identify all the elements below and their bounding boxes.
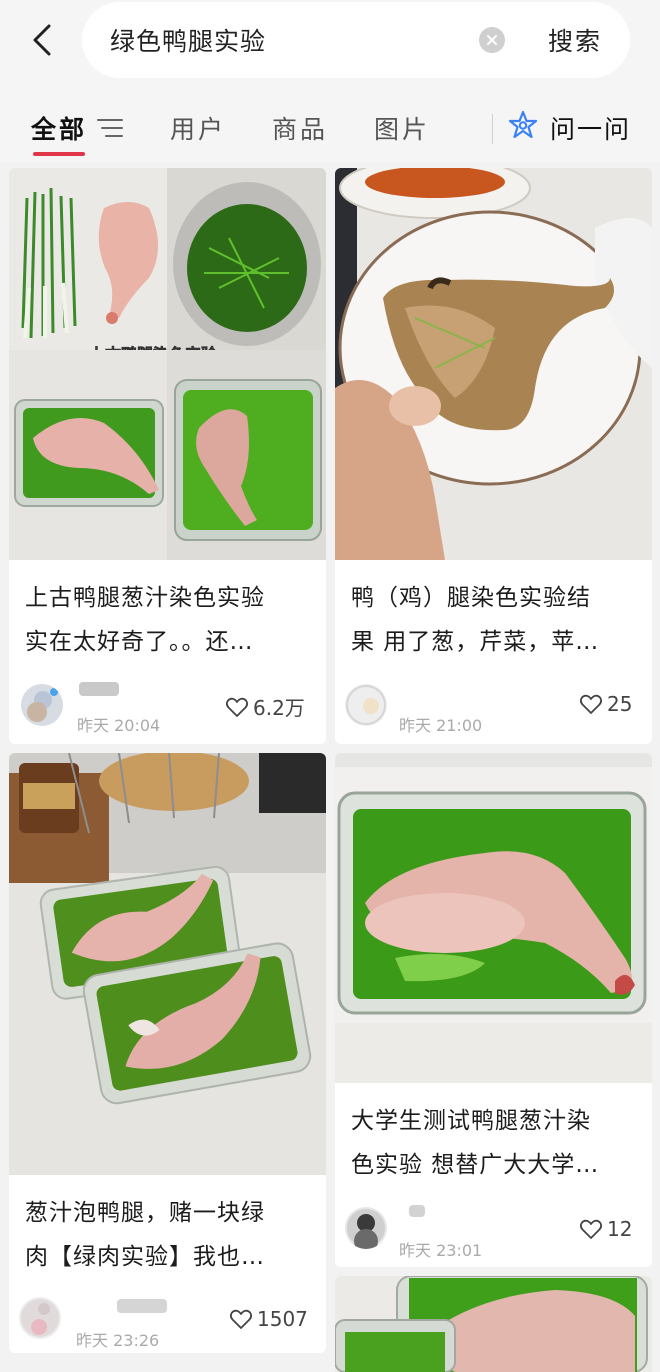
tab-divider	[492, 114, 493, 144]
avatar[interactable]	[21, 684, 63, 726]
card-title-line2: 肉【绿肉实验】我也…	[25, 1244, 265, 1270]
like-button[interactable]: 1507	[229, 1307, 308, 1331]
post-time: 昨天 23:01	[399, 1241, 483, 1260]
avatar[interactable]	[345, 1207, 387, 1249]
filter-icon[interactable]	[97, 118, 123, 138]
card-title-line1: 葱汁泡鸭腿，赌一块绿	[25, 1200, 265, 1226]
heart-icon	[579, 694, 603, 714]
like-count: 1507	[257, 1307, 308, 1331]
search-query: 绿色鸭腿实验	[110, 27, 267, 56]
heart-icon	[229, 1309, 253, 1329]
feed-card[interactable]	[335, 1276, 652, 1372]
avatar[interactable]	[345, 684, 387, 726]
post-time: 昨天 23:26	[76, 1331, 160, 1350]
active-tab-indicator	[33, 152, 85, 156]
card-cover-image	[9, 753, 326, 1175]
back-button[interactable]	[26, 20, 58, 60]
post-time: 昨天 20:04	[77, 716, 161, 735]
username-blurred[interactable]	[79, 682, 119, 696]
heart-icon	[579, 1219, 603, 1239]
card-title-line2: 实在太好奇了。。还…	[25, 629, 254, 655]
like-count: 25	[607, 692, 633, 716]
username-blurred[interactable]	[409, 1205, 425, 1217]
tab-all[interactable]: 全部	[31, 110, 87, 146]
heart-icon	[225, 697, 249, 717]
ask-button[interactable]: 问一问	[550, 110, 631, 146]
card-cover-image: 上古鸭腿染色实验	[9, 168, 326, 560]
avatar[interactable]	[19, 1297, 61, 1339]
post-time: 昨天 21:00	[399, 716, 483, 735]
search-button[interactable]: 搜索	[548, 22, 602, 58]
tab-users[interactable]: 用户	[170, 110, 226, 146]
ask-sparkle-icon[interactable]	[507, 110, 539, 142]
card-title-line1: 上古鸭腿葱汁染色实验	[25, 585, 265, 611]
card-cover-image	[335, 1276, 652, 1372]
card-cover-image	[335, 753, 652, 1083]
card-title-line2: 果 用了葱，芹菜，苹…	[351, 629, 600, 655]
feed-card[interactable]: 葱汁泡鸭腿，赌一块绿 肉【绿肉实验】我也… 昨天 23:26 1507	[9, 753, 326, 1353]
like-button[interactable]: 6.2万	[225, 692, 305, 721]
card-title-line1: 大学生测试鸭腿葱汁染	[351, 1108, 591, 1134]
search-tabs: 全部 用户 商品 图片 问一问	[0, 90, 660, 162]
feed-card[interactable]: 上古鸭腿染色实验 上古鸭腿葱汁染色实验 实在太好奇了。。还… 昨天 20:04 …	[9, 168, 326, 744]
chevron-left-icon	[33, 24, 51, 56]
search-input[interactable]: 绿色鸭腿实验 搜索	[82, 2, 630, 78]
like-button[interactable]: 25	[579, 692, 632, 716]
clear-search-button[interactable]	[479, 27, 505, 53]
card-cover-image	[335, 168, 652, 560]
feed-card[interactable]: 鸭（鸡）腿染色实验结 果 用了葱，芹菜，苹… 昨天 21:00 25	[335, 168, 652, 744]
like-button[interactable]: 12	[579, 1217, 632, 1241]
top-bar: 绿色鸭腿实验 搜索	[0, 0, 660, 90]
tab-products[interactable]: 商品	[272, 110, 328, 146]
feed-card[interactable]: 大学生测试鸭腿葱汁染 色实验 想替广大大学… 昨天 23:01 12	[335, 753, 652, 1267]
tab-images[interactable]: 图片	[374, 110, 430, 146]
username-blurred[interactable]	[117, 1299, 167, 1313]
like-count: 12	[607, 1217, 633, 1241]
card-title-line1: 鸭（鸡）腿染色实验结	[351, 585, 591, 611]
card-title-line2: 色实验 想替广大大学…	[351, 1152, 600, 1178]
like-count: 6.2万	[253, 696, 305, 720]
close-icon	[487, 35, 497, 45]
